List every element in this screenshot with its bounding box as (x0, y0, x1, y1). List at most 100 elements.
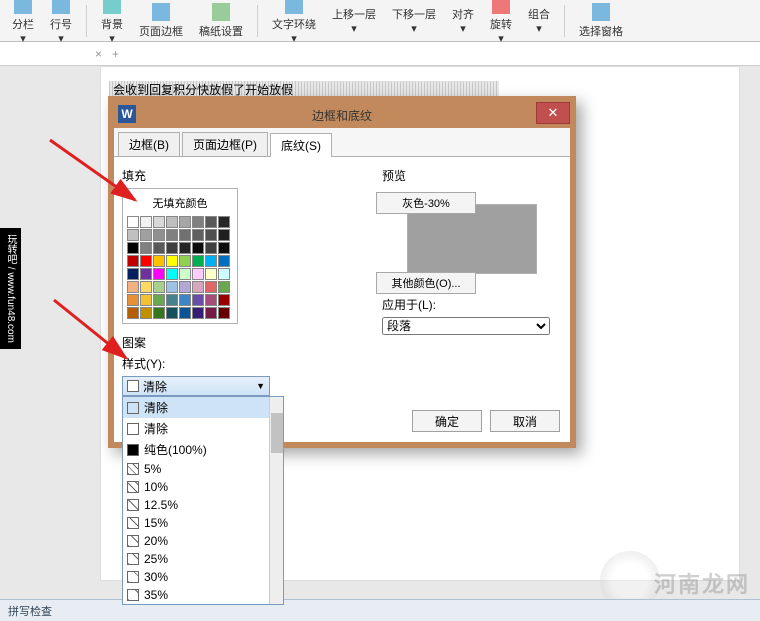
color-swatch[interactable] (127, 294, 139, 306)
spellcheck-status[interactable]: 拼写检查 (8, 603, 52, 619)
style-combobox[interactable]: 清除 ▼ (122, 376, 270, 396)
color-swatch[interactable] (192, 268, 204, 280)
color-swatch[interactable] (205, 268, 217, 280)
color-swatch[interactable] (166, 294, 178, 306)
color-name-display[interactable]: 灰色-30% (376, 192, 476, 214)
color-swatch[interactable] (127, 255, 139, 267)
color-swatch[interactable] (179, 294, 191, 306)
color-swatch[interactable] (192, 281, 204, 293)
color-swatch[interactable] (127, 307, 139, 319)
apply-to-select[interactable]: 段落 (382, 317, 550, 335)
color-swatch[interactable] (192, 294, 204, 306)
ribbon-pageborder[interactable]: 页面边框 (133, 1, 189, 41)
color-swatch[interactable] (140, 255, 152, 267)
color-swatch[interactable] (153, 307, 165, 319)
color-swatch[interactable] (205, 294, 217, 306)
ribbon-down[interactable]: 下移一层▾ (386, 4, 442, 37)
color-swatch[interactable] (140, 242, 152, 254)
color-swatch[interactable] (166, 242, 178, 254)
color-swatch[interactable] (218, 294, 230, 306)
color-swatch[interactable] (205, 216, 217, 228)
color-swatch[interactable] (179, 307, 191, 319)
ribbon-cols[interactable]: 分栏▾ (6, 0, 40, 47)
tab-shading[interactable]: 底纹(S) (270, 133, 332, 157)
ribbon-selpane[interactable]: 选择窗格 (573, 1, 629, 41)
close-icon[interactable]: ✕ (536, 102, 570, 124)
ribbon-group[interactable]: 组合▾ (522, 4, 556, 37)
color-swatch[interactable] (166, 216, 178, 228)
color-swatch[interactable] (218, 242, 230, 254)
color-swatch[interactable] (192, 229, 204, 241)
other-colors-button[interactable]: 其他颜色(O)... (376, 272, 476, 294)
color-swatch[interactable] (166, 281, 178, 293)
color-swatch[interactable] (153, 281, 165, 293)
style-option[interactable]: 25% (123, 550, 283, 568)
color-swatch[interactable] (166, 255, 178, 267)
ribbon-up[interactable]: 上移一层▾ (326, 4, 382, 37)
color-swatch[interactable] (127, 242, 139, 254)
style-option[interactable]: 20% (123, 532, 283, 550)
style-option[interactable]: 35% (123, 586, 283, 604)
color-swatch[interactable] (140, 216, 152, 228)
color-swatch[interactable] (153, 294, 165, 306)
ribbon-linenums[interactable]: 行号▾ (44, 0, 78, 47)
color-swatch[interactable] (153, 268, 165, 280)
style-option[interactable]: 清除 (123, 418, 283, 439)
color-swatch[interactable] (205, 242, 217, 254)
color-swatch[interactable] (218, 229, 230, 241)
style-option[interactable]: 30% (123, 568, 283, 586)
color-swatch[interactable] (127, 268, 139, 280)
color-swatch[interactable] (166, 307, 178, 319)
color-swatch[interactable] (205, 229, 217, 241)
color-swatch[interactable] (140, 307, 152, 319)
tab-page-borders[interactable]: 页面边框(P) (182, 132, 268, 156)
color-swatch[interactable] (179, 242, 191, 254)
color-swatch[interactable] (166, 268, 178, 280)
ribbon-align[interactable]: 对齐▾ (446, 4, 480, 37)
color-swatch[interactable] (218, 268, 230, 280)
color-swatch[interactable] (179, 268, 191, 280)
style-option[interactable]: 12.5% (123, 496, 283, 514)
color-swatch[interactable] (127, 281, 139, 293)
ok-button[interactable]: 确定 (412, 410, 482, 432)
no-fill-label[interactable]: 无填充颜色 (127, 193, 233, 213)
tab-close-icon[interactable]: × (95, 47, 102, 61)
color-swatch[interactable] (179, 216, 191, 228)
color-swatch[interactable] (192, 255, 204, 267)
color-swatch[interactable] (166, 229, 178, 241)
color-swatch[interactable] (179, 281, 191, 293)
color-swatch[interactable] (205, 255, 217, 267)
ribbon-paper[interactable]: 稿纸设置 (193, 1, 249, 41)
ribbon-bg[interactable]: 背景▾ (95, 0, 129, 47)
color-swatch[interactable] (140, 229, 152, 241)
color-swatch[interactable] (192, 242, 204, 254)
color-swatch[interactable] (218, 307, 230, 319)
color-swatch[interactable] (153, 242, 165, 254)
scrollbar[interactable] (269, 397, 283, 604)
color-swatch[interactable] (140, 294, 152, 306)
color-swatch[interactable] (218, 255, 230, 267)
color-swatch[interactable] (179, 229, 191, 241)
tab-borders[interactable]: 边框(B) (118, 132, 180, 156)
color-swatch[interactable] (205, 307, 217, 319)
ribbon-rotate[interactable]: 旋转▾ (484, 0, 518, 47)
color-swatch[interactable] (153, 229, 165, 241)
tab-add-icon[interactable]: + (112, 47, 119, 61)
cancel-button[interactable]: 取消 (490, 410, 560, 432)
style-option[interactable]: 10% (123, 478, 283, 496)
color-swatch[interactable] (140, 281, 152, 293)
style-option[interactable]: 清除 (123, 397, 283, 418)
color-swatch[interactable] (205, 281, 217, 293)
color-swatch[interactable] (218, 281, 230, 293)
color-swatch[interactable] (153, 255, 165, 267)
color-swatch[interactable] (140, 268, 152, 280)
color-swatch[interactable] (127, 229, 139, 241)
color-swatch[interactable] (218, 216, 230, 228)
color-swatch[interactable] (192, 216, 204, 228)
style-option[interactable]: 15% (123, 514, 283, 532)
color-swatch[interactable] (127, 216, 139, 228)
color-swatch[interactable] (179, 255, 191, 267)
ribbon-wrap[interactable]: 文字环绕▾ (266, 0, 322, 47)
style-option[interactable]: 纯色(100%) (123, 439, 283, 460)
color-swatch[interactable] (192, 307, 204, 319)
